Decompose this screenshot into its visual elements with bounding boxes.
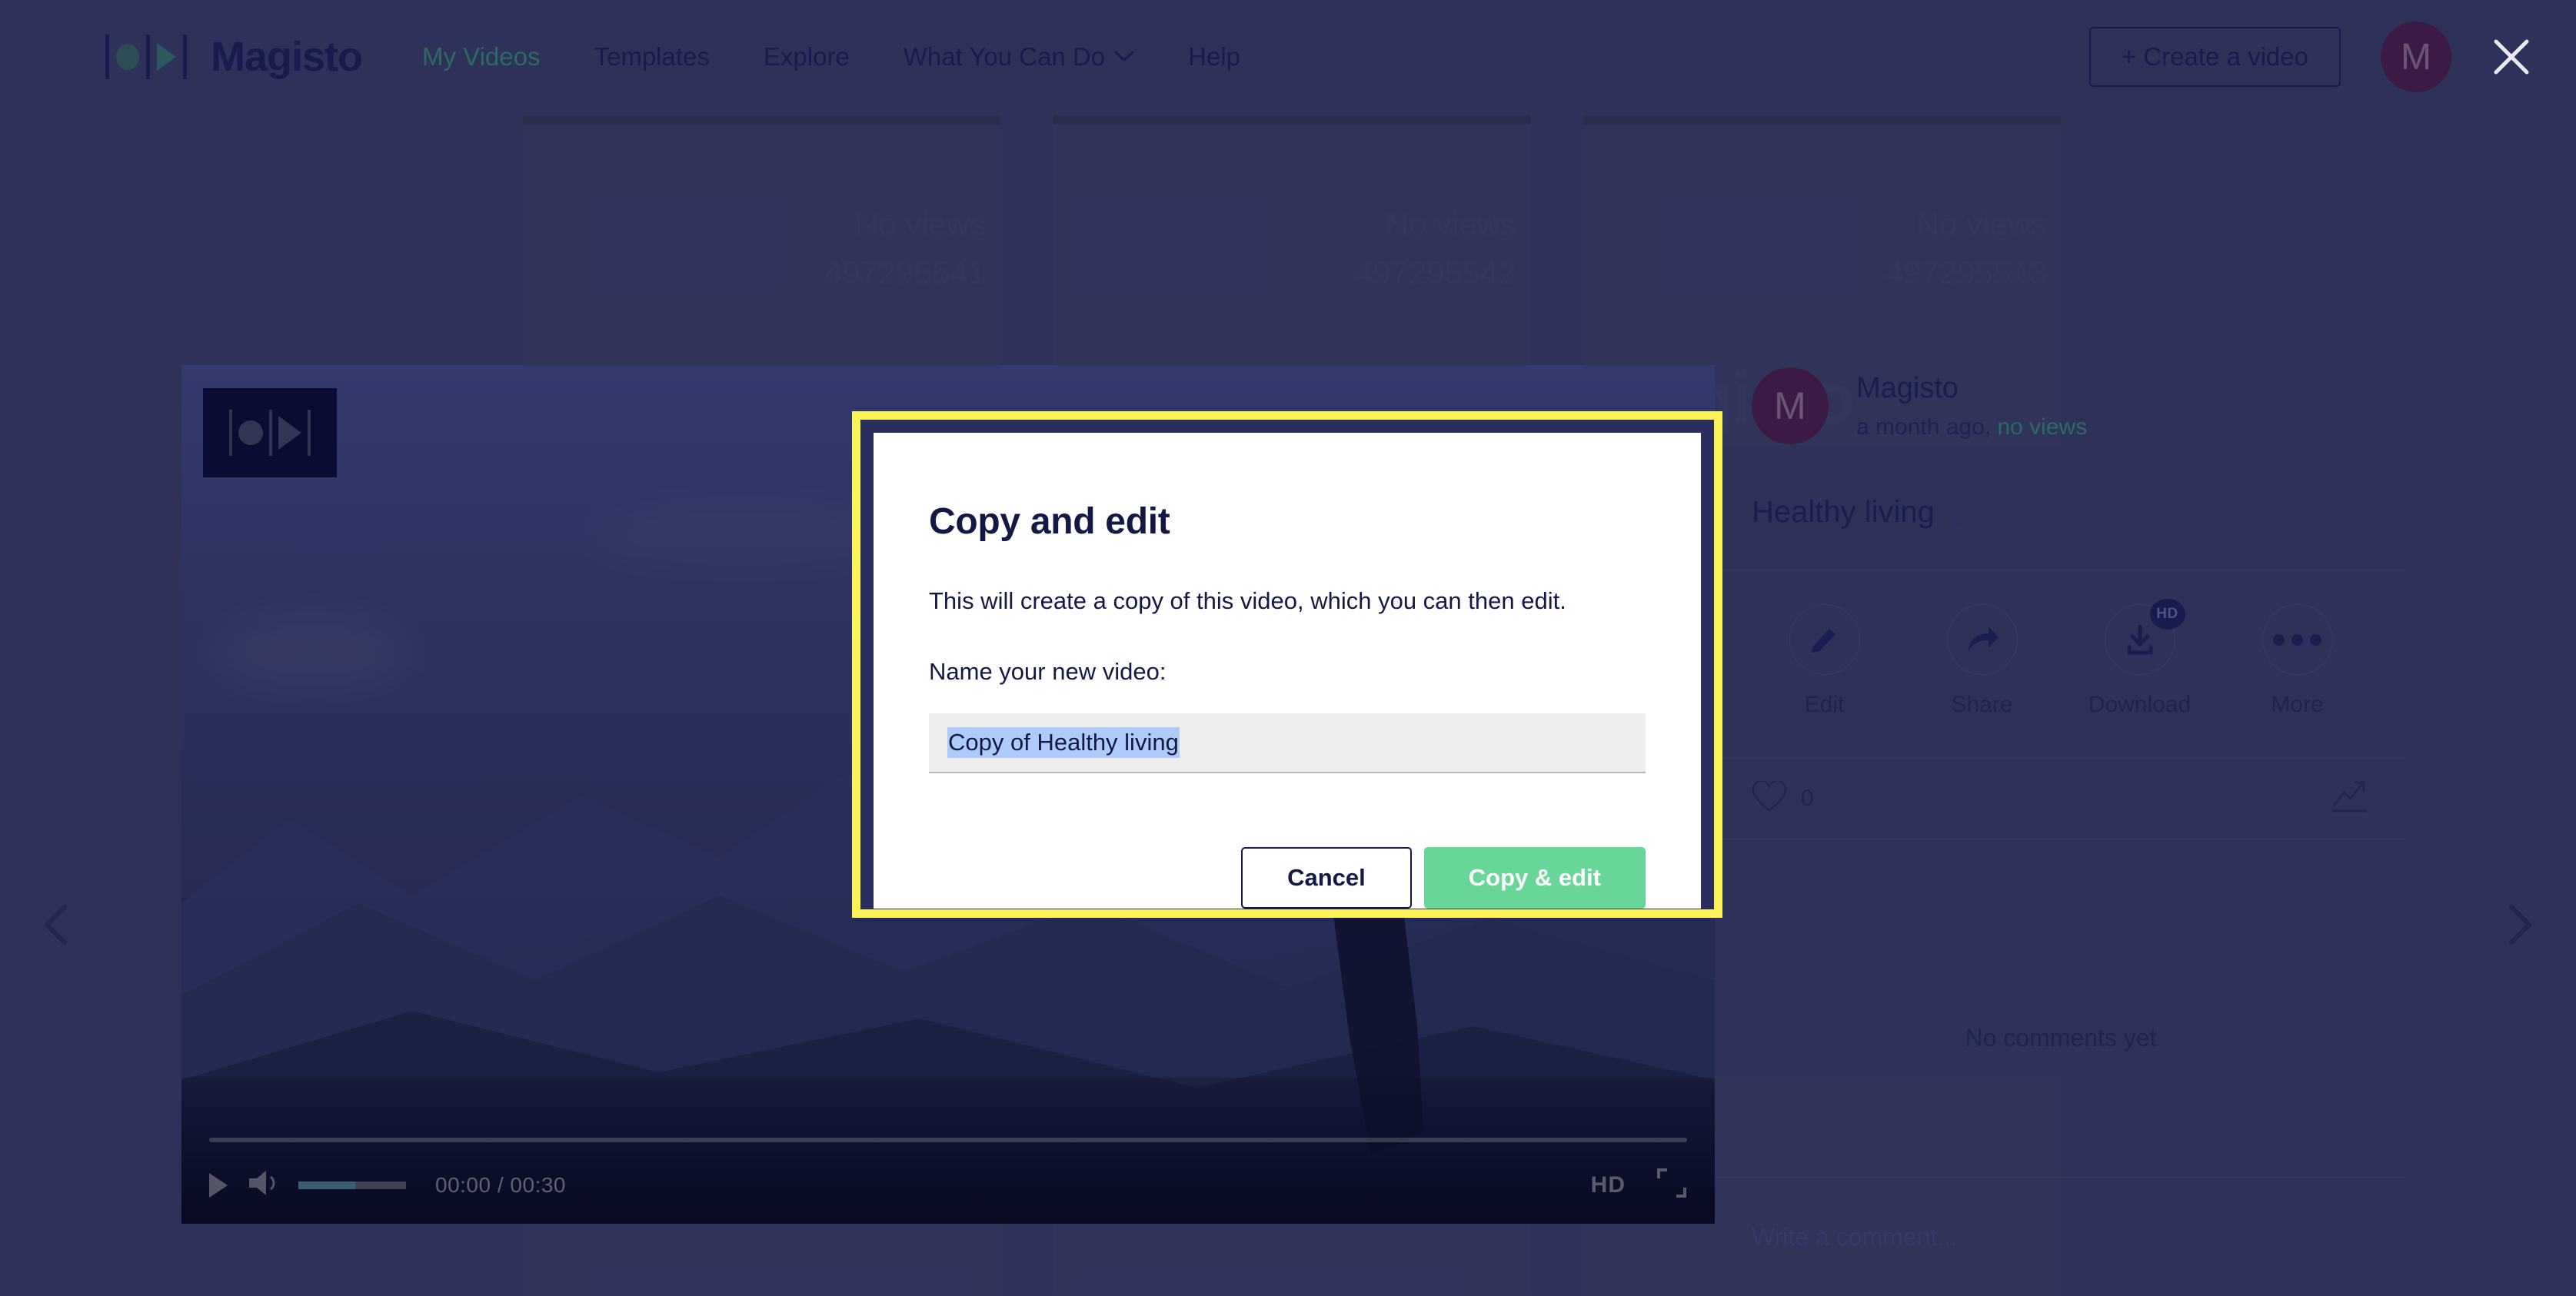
nav-item-help[interactable]: Help: [1188, 42, 1240, 71]
total-time: 00:30: [510, 1172, 566, 1197]
main-nav-links: My Videos Templates Explore What You Can…: [422, 42, 1294, 71]
action-circle: [1789, 604, 1860, 675]
previous-video-arrow[interactable]: [29, 898, 83, 952]
action-label: Edit: [1804, 692, 1845, 717]
action-circle: HD: [2104, 599, 2185, 675]
download-icon: [2127, 624, 2152, 655]
time-separator: /: [497, 1172, 504, 1197]
action-download[interactable]: HD Download: [2061, 599, 2218, 718]
nav-item-what-you-can-do[interactable]: What You Can Do: [904, 42, 1134, 71]
copy-and-edit-dialog: Copy and edit This will create a copy of…: [874, 433, 1701, 909]
chevron-down-icon: [1114, 48, 1134, 66]
hd-badge: HD: [2149, 599, 2185, 630]
like-count: 0: [1801, 786, 1814, 811]
likes-and-stats-row: 0: [1715, 758, 2407, 839]
comment-input-row[interactable]: Write a comment...: [1715, 1177, 2407, 1296]
action-label: More: [2271, 692, 2324, 717]
author-block: M Magisto a month ago, no views: [1715, 114, 2407, 444]
view-count: no views: [1997, 414, 2088, 440]
create-a-video-button[interactable]: + Create a video: [2088, 27, 2341, 87]
heart-icon[interactable]: [1752, 779, 1787, 817]
copy-and-edit-button[interactable]: Copy & edit: [1423, 847, 1646, 909]
app-root: No views 497295541 Magisto No views 4972…: [0, 0, 2576, 1296]
nav-label: Explore: [763, 42, 850, 71]
video-action-buttons: Edit Share HD Download More: [1715, 570, 2407, 718]
action-more[interactable]: More: [2218, 604, 2376, 718]
video-title-row: Healthy living: [1715, 444, 2407, 530]
video-title: Healthy living: [1752, 495, 1935, 529]
pencil-icon: [1811, 629, 1835, 653]
cancel-button[interactable]: Cancel: [1241, 847, 1412, 909]
action-label: Download: [2088, 692, 2192, 717]
author-name: Magisto: [1856, 372, 1959, 404]
name-field-label: Name your new video:: [929, 658, 1167, 685]
magisto-watermark-icon: [203, 388, 337, 477]
hd-quality-button[interactable]: HD: [1591, 1172, 1626, 1198]
nav-item-my-videos[interactable]: My Videos: [422, 42, 540, 71]
magisto-logo-icon: [98, 35, 194, 79]
action-edit[interactable]: Edit: [1746, 604, 1903, 718]
no-comments-message: No comments yet: [1965, 1024, 2157, 1052]
nav-label: Help: [1188, 42, 1240, 71]
current-time: 00:00: [435, 1172, 491, 1197]
action-circle: [2261, 604, 2333, 675]
dialog-description: This will create a copy of this video, w…: [929, 587, 1566, 614]
progress-bar[interactable]: [209, 1138, 1687, 1142]
play-icon[interactable]: [209, 1172, 228, 1198]
avatar[interactable]: M: [2381, 22, 2451, 92]
share-arrow-icon: [1968, 626, 1999, 652]
time-display: 00:00 / 00:30: [435, 1173, 566, 1198]
post-meta: a month ago, no views: [1856, 414, 2087, 440]
nav-item-explore[interactable]: Explore: [764, 42, 850, 71]
nav-label: What You Can Do: [903, 42, 1106, 71]
video-name-input-value: Copy of Healthy living: [947, 727, 1180, 758]
volume-slider[interactable]: [298, 1181, 406, 1189]
close-icon[interactable]: [2490, 35, 2533, 78]
nav-label: Templates: [594, 42, 710, 71]
video-info-sidebar: M Magisto a month ago, no views Healthy …: [1715, 114, 2407, 1296]
top-navigation-bar: Magisto My Videos Templates Explore What…: [0, 0, 2576, 114]
nav-item-templates[interactable]: Templates: [594, 42, 709, 71]
dialog-title: Copy and edit: [929, 501, 1170, 542]
action-share[interactable]: Share: [1903, 604, 2061, 718]
action-circle: [1946, 604, 2018, 675]
comment-input[interactable]: Write a comment...: [1752, 1223, 1958, 1251]
player-controls: 00:00 / 00:30 HD: [181, 1124, 1715, 1224]
nav-label: My Videos: [422, 42, 541, 71]
nav-right-group: + Create a video M: [2088, 22, 2533, 92]
pencil-icon[interactable]: [1949, 496, 1978, 529]
action-label: Share: [1951, 692, 2013, 717]
avatar[interactable]: M: [1752, 367, 1829, 444]
video-name-input[interactable]: Copy of Healthy living: [929, 713, 1646, 773]
fullscreen-icon[interactable]: [1656, 1168, 1687, 1202]
next-video-arrow[interactable]: [2493, 898, 2547, 952]
logo-text: Magisto: [211, 34, 363, 80]
logo[interactable]: Magisto: [98, 33, 363, 81]
dialog-actions: Cancel Copy & edit: [929, 847, 1646, 909]
trending-up-icon[interactable]: [2330, 779, 2370, 819]
speaker-icon[interactable]: [248, 1168, 281, 1201]
volume-fill: [298, 1181, 356, 1189]
ellipsis-icon: [2273, 633, 2321, 646]
posted-time: a month ago,: [1856, 414, 1992, 440]
